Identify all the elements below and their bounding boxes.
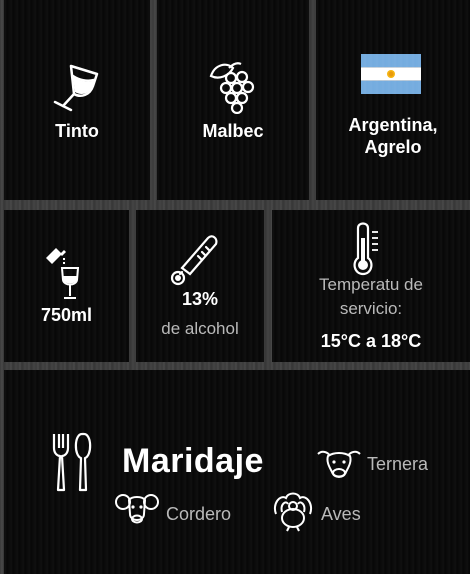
fork-spoon-icon [50,430,98,494]
wine-type-tile: Tinto [4,0,150,200]
pairing-lamb-label: Cordero [166,504,232,524]
wine-type-label: Tinto [55,121,99,141]
temperature-tile: Temperatu de servicio: 15°C a 18°C [272,210,470,362]
pairing-beef-label: Ternera [367,454,429,474]
origin-tile: Argentina, Agrelo [316,0,470,200]
temperature-label-line2: servicio: [339,299,403,318]
alcohol-value: 13% [181,289,219,309]
ram-icon [114,490,160,530]
grape-tile: Malbec [157,0,309,200]
volume-label: 750ml [40,305,93,325]
pairing-title: Maridaje [122,442,264,480]
origin-country: Argentina, [348,115,438,135]
thermometer-icon [350,220,384,276]
wine-info-page: Tinto Malbec Argentina, Agrelo 750ml 13%… [0,0,470,574]
alcohol-tile: 13% de alcohol [136,210,264,362]
cow-icon [316,446,362,482]
thermometer-tube-icon [168,234,224,286]
pairing-tile: Maridaje Ternera Cordero Aves [4,370,470,574]
grapes-icon [207,58,259,114]
origin-region: Agrelo [364,137,422,157]
alcohol-label: de alcohol [161,319,239,338]
pairing-poultry-label: Aves [321,504,361,524]
grape-label: Malbec [202,121,264,141]
pouring-glass-icon [42,246,82,302]
temperature-label-line1: Temperatu de [319,275,423,294]
turkey-icon [270,490,316,532]
wine-glass-icon [49,60,107,112]
volume-tile: 750ml [4,210,129,362]
temperature-value: 15°C a 18°C [320,331,422,351]
argentina-flag-icon [361,54,421,94]
